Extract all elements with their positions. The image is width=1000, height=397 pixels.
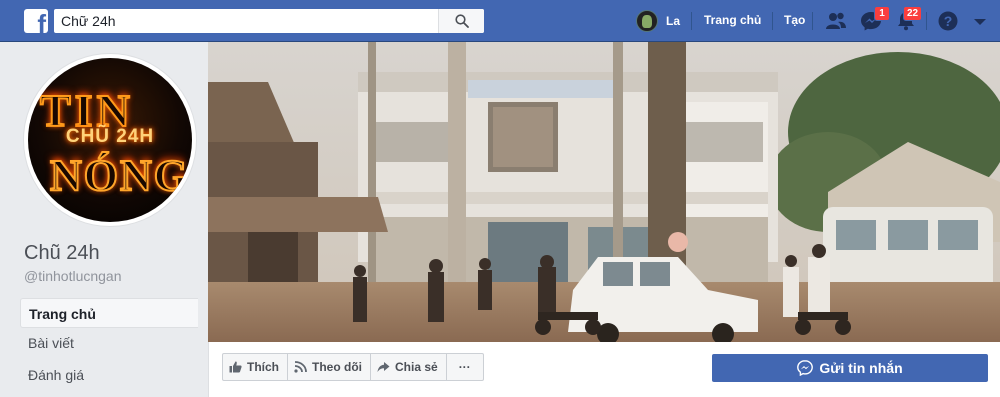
page-logo: TIN CHŨ 24H NÓNG <box>28 58 192 222</box>
nav-profile-link[interactable]: La <box>636 9 680 33</box>
more-options-button[interactable]: ··· <box>447 354 483 380</box>
avatar <box>636 10 658 32</box>
page-actions-group: Thích Theo dõi Chia sẻ ··· <box>222 353 484 381</box>
messenger-icon <box>797 360 814 376</box>
send-message-label: Gửi tin nhắn <box>819 360 903 376</box>
nav-divider <box>691 12 692 30</box>
messages-badge: 1 <box>874 6 890 21</box>
follow-button[interactable]: Theo dõi <box>288 354 371 380</box>
nav-user-name: La <box>666 14 681 28</box>
share-arrow-icon <box>377 362 390 372</box>
cover-photo[interactable] <box>208 42 1000 342</box>
sidebar-item-reviews[interactable]: Đánh giá <box>20 360 198 390</box>
search-input[interactable] <box>54 9 438 33</box>
search-bar <box>54 9 484 33</box>
logo-text-nong: NÓNG <box>49 150 190 201</box>
nav-divider <box>812 12 813 30</box>
friends-icon <box>826 12 846 29</box>
share-label: Chia sẻ <box>395 360 438 374</box>
send-message-button[interactable]: Gửi tin nhắn <box>712 354 988 382</box>
nav-create-link[interactable]: Tạo <box>784 13 805 27</box>
thumbs-up-icon <box>229 361 242 373</box>
help-button[interactable]: ? <box>936 9 962 33</box>
top-navigation-bar: f La Trang chủ Tạo 1 <box>0 0 1000 42</box>
search-button[interactable] <box>438 9 484 33</box>
logo-letter: f <box>37 9 46 33</box>
svg-text:?: ? <box>944 13 953 29</box>
like-button[interactable]: Thích <box>223 354 288 380</box>
sidebar-item-home[interactable]: Trang chủ <box>20 298 198 328</box>
share-button[interactable]: Chia sẻ <box>371 354 447 380</box>
rss-follow-icon <box>294 361 307 373</box>
nav-divider <box>772 12 773 30</box>
help-icon: ? <box>938 11 958 31</box>
account-menu-button[interactable] <box>970 9 990 33</box>
nav-divider <box>926 12 927 30</box>
page-action-bar: Thích Theo dõi Chia sẻ ··· Gửi tin nhắn <box>208 342 1000 397</box>
notifications-button[interactable]: 22 <box>893 6 923 33</box>
like-label: Thích <box>247 360 279 374</box>
notifications-badge: 22 <box>903 6 923 21</box>
dropdown-icon <box>974 19 986 25</box>
follow-label: Theo dõi <box>312 360 362 374</box>
page-title[interactable]: Chũ 24h <box>24 242 100 265</box>
cover-photo-image <box>208 42 1000 342</box>
facebook-logo-icon[interactable]: f <box>24 9 48 33</box>
messenger-button[interactable]: 1 <box>858 6 890 33</box>
logo-text-chu24h: CHŨ 24H <box>65 126 155 147</box>
more-icon: ··· <box>458 360 471 374</box>
profile-picture[interactable]: TIN CHŨ 24H NÓNG <box>24 54 196 226</box>
page-handle[interactable]: @tinhotlucngan <box>24 268 122 284</box>
friends-button[interactable] <box>823 9 849 33</box>
search-icon <box>455 14 469 28</box>
sidebar-item-posts[interactable]: Bài viết <box>20 328 198 358</box>
nav-home-link[interactable]: Trang chủ <box>704 13 761 27</box>
